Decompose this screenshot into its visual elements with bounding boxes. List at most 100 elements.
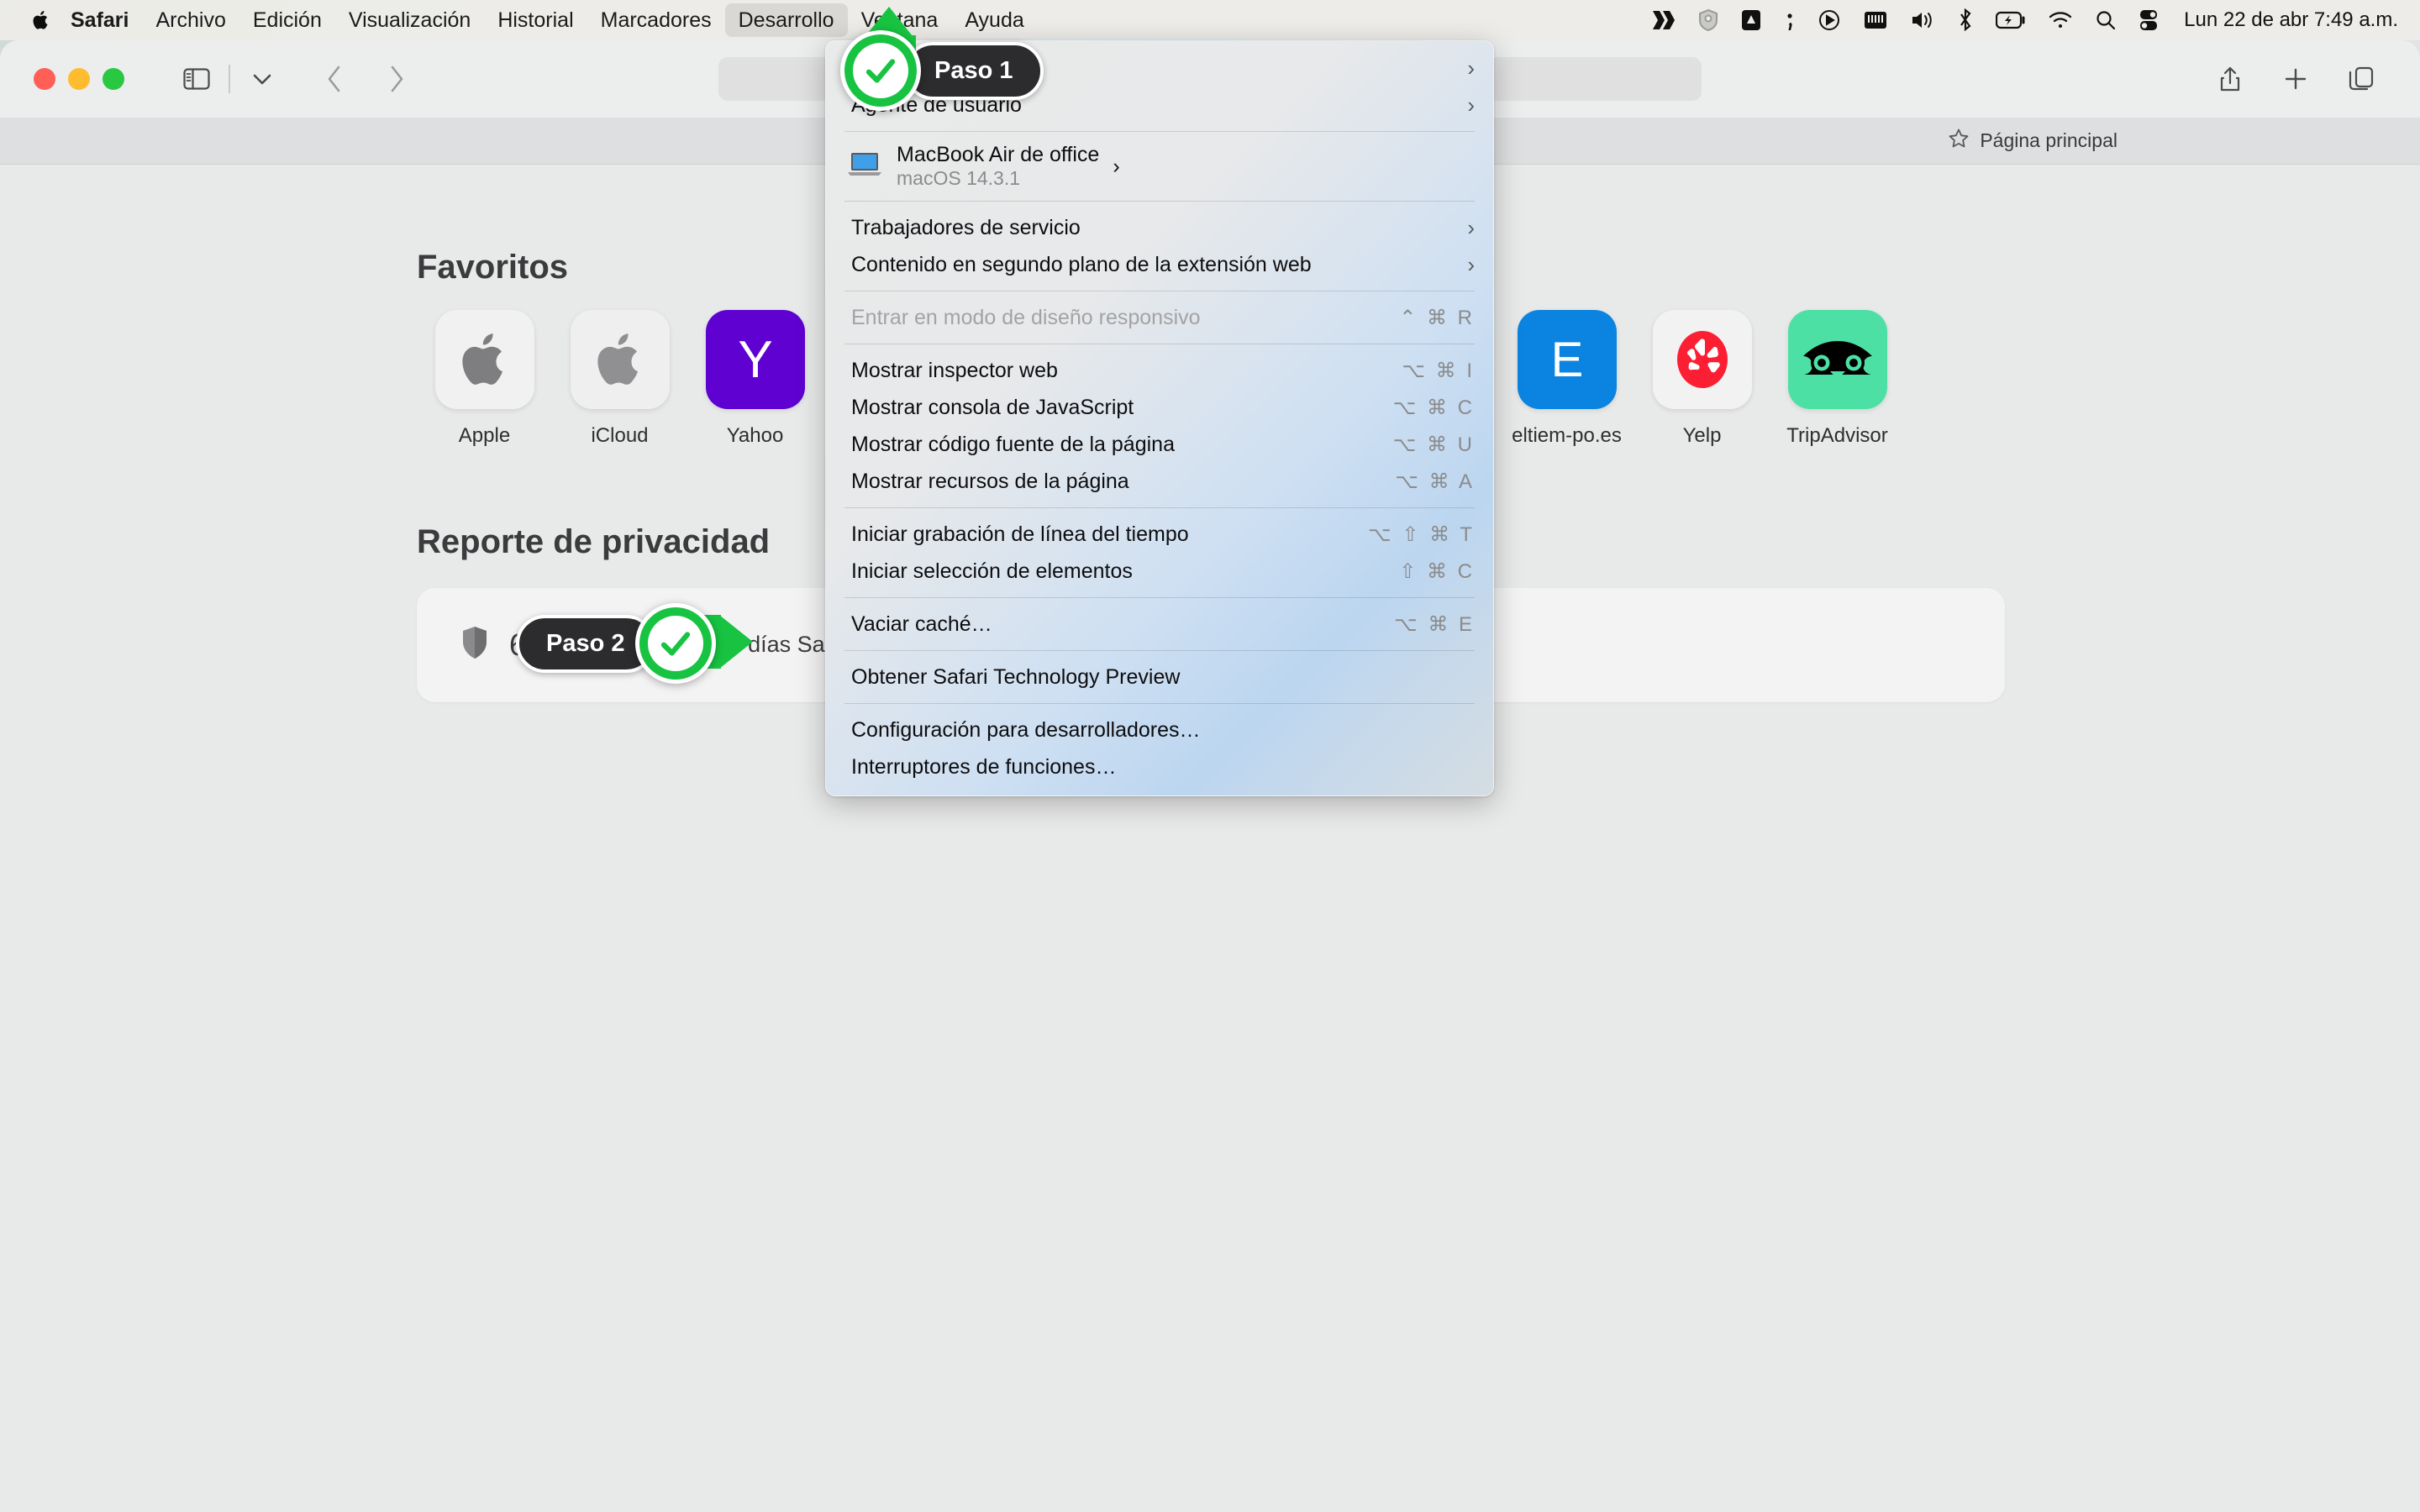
favorite-eltiempo[interactable]: E eltiem-po.es	[1499, 310, 1634, 448]
check-circle-icon	[634, 603, 716, 684]
macbook-icon	[846, 150, 883, 183]
menu-item-trabajadores-de-servicio[interactable]: Trabajadores de servicio ›	[826, 209, 1493, 246]
menu-item-interruptores-funciones[interactable]: Interruptores de funciones…	[826, 748, 1493, 785]
menu-item-iniciar-seleccion-elementos[interactable]: Iniciar selección de elementos ⇧ ⌘ C	[826, 553, 1493, 590]
menu-item-shortcut: ⌥ ⌘ U	[1392, 433, 1475, 456]
chevrons-right-icon[interactable]	[1651, 9, 1676, 31]
semicolon-icon[interactable]	[1784, 8, 1796, 32]
favorite-yelp[interactable]: Yelp	[1634, 310, 1770, 448]
macos-menu-bar: Safari Archivo Edición Visualización His…	[0, 0, 2420, 40]
menu-item-obtener-safari-technology-preview[interactable]: Obtener Safari Technology Preview	[826, 659, 1493, 696]
menu-item-label: Mostrar código fuente de la página	[851, 432, 1175, 456]
favorite-label: TripAdvisor	[1786, 424, 1888, 447]
menu-item-shortcut: ⌥ ⌘ A	[1395, 470, 1475, 493]
svg-text:E: E	[1550, 333, 1583, 387]
apple-logo-icon[interactable]	[25, 9, 57, 31]
menu-separator	[844, 597, 1475, 598]
menu-item-historial[interactable]: Historial	[484, 3, 587, 37]
menu-item-shortcut: ⌥ ⌘ E	[1394, 612, 1475, 636]
keyboard-icon[interactable]	[1863, 9, 1888, 31]
volume-icon[interactable]	[1910, 9, 1935, 31]
menu-item-visualizacion[interactable]: Visualización	[335, 3, 484, 37]
menu-item-mostrar-consola-javascript[interactable]: Mostrar consola de JavaScript ⌥ ⌘ C	[826, 389, 1493, 426]
check-circle-icon	[840, 30, 921, 111]
battery-charging-icon[interactable]	[1996, 10, 2026, 30]
menu-item-mostrar-recursos-pagina[interactable]: Mostrar recursos de la página ⌥ ⌘ A	[826, 463, 1493, 500]
favorite-tile: E	[1517, 310, 1617, 409]
menu-item-device-macbook[interactable]: MacBook Air de office macOS 14.3.1 ›	[826, 139, 1493, 193]
favorite-tile: Y	[705, 310, 805, 409]
step-1-annotation: Paso 1	[840, 7, 1044, 111]
favorite-tile	[1787, 310, 1887, 409]
plus-icon[interactable]	[2274, 57, 2317, 101]
menu-item-archivo[interactable]: Archivo	[142, 3, 239, 37]
menu-item-shortcut: ⇧ ⌘ C	[1399, 559, 1475, 583]
menu-item-marcadores[interactable]: Marcadores	[587, 3, 725, 37]
triangle-box-icon[interactable]	[1740, 8, 1762, 32]
menu-item-desarrollo[interactable]: Desarrollo	[724, 3, 848, 37]
menu-item-label: Entrar en modo de diseño responsivo	[851, 305, 1201, 329]
forward-button[interactable]	[375, 57, 418, 101]
favorite-icloud[interactable]: iCloud	[552, 310, 687, 448]
chevron-right-icon: ›	[1467, 251, 1475, 277]
zoom-button[interactable]	[103, 68, 124, 90]
star-icon	[1948, 128, 1970, 154]
desarrollo-dropdown-menu: Abrir página con › Agente de usuario › M…	[825, 40, 1494, 796]
menu-item-iniciar-grabacion-linea-tiempo[interactable]: Iniciar grabación de línea del tiempo ⌥ …	[826, 516, 1493, 553]
favorite-yahoo[interactable]: Y Yahoo	[687, 310, 823, 448]
favorite-tile	[434, 310, 534, 409]
menu-item-modo-diseno-responsivo: Entrar en modo de diseño responsivo ⌃ ⌘ …	[826, 299, 1493, 336]
device-info: MacBook Air de office macOS 14.3.1	[897, 143, 1099, 189]
sidebar-icon[interactable]	[175, 57, 218, 101]
toolbar-right-controls	[2208, 57, 2420, 101]
favorite-tile	[1652, 310, 1752, 409]
close-button[interactable]	[34, 68, 55, 90]
menu-item-shortcut: ⌥ ⇧ ⌘ T	[1368, 522, 1475, 546]
favorite-label: Apple	[458, 424, 511, 447]
shield-icon[interactable]	[1698, 8, 1718, 32]
favorite-apple[interactable]: Apple	[417, 310, 552, 448]
step-2-annotation: Paso 2	[516, 603, 753, 684]
back-button[interactable]	[313, 57, 356, 101]
play-circle-icon[interactable]	[1818, 8, 1841, 32]
wifi-icon[interactable]	[2048, 10, 2073, 30]
menu-separator	[844, 131, 1475, 132]
menu-item-label: Iniciar grabación de línea del tiempo	[851, 522, 1189, 546]
bookmark-home-label: Página principal	[1980, 129, 2118, 151]
share-icon[interactable]	[2208, 57, 2252, 101]
chevron-down-icon[interactable]	[240, 57, 284, 101]
favorite-label: eltiem-po.es	[1512, 424, 1622, 447]
chevron-right-icon: ›	[1113, 154, 1120, 178]
favorite-tile	[570, 310, 670, 409]
menu-item-mostrar-codigo-fuente[interactable]: Mostrar código fuente de la página ⌥ ⌘ U	[826, 426, 1493, 463]
minimize-button[interactable]	[68, 68, 90, 90]
menu-bar-clock[interactable]: Lun 22 de abr 7:49 a.m.	[2184, 8, 2398, 32]
toolbar-divider	[229, 65, 230, 93]
menu-item-edicion[interactable]: Edición	[239, 3, 335, 37]
control-center-icon[interactable]	[2139, 8, 2159, 32]
menu-item-label: Interruptores de funciones…	[851, 754, 1117, 779]
menu-item-label: Mostrar recursos de la página	[851, 469, 1129, 493]
bookmark-home-item[interactable]: Página principal	[1948, 128, 2118, 154]
shield-icon	[460, 625, 489, 664]
favorite-tripadvisor[interactable]: TripAdvisor	[1770, 310, 1905, 448]
menu-bar-status-icons: Lun 22 de abr 7:49 a.m.	[1651, 0, 2420, 40]
device-name: MacBook Air de office	[897, 143, 1100, 167]
menu-separator	[844, 703, 1475, 704]
search-icon[interactable]	[2095, 9, 2117, 31]
menu-item-configuracion-desarrolladores[interactable]: Configuración para desarrolladores…	[826, 711, 1493, 748]
menu-item-contenido-segundo-plano[interactable]: Contenido en segundo plano de la extensi…	[826, 246, 1493, 283]
menu-separator	[844, 507, 1475, 508]
menu-item-label: Configuración para desarrolladores…	[851, 717, 1201, 742]
menu-item-mostrar-inspector-web[interactable]: Mostrar inspector web ⌥ ⌘ I	[826, 352, 1493, 389]
tabs-icon[interactable]	[2339, 57, 2383, 101]
menu-item-vaciar-cache[interactable]: Vaciar caché… ⌥ ⌘ E	[826, 606, 1493, 643]
favorite-label: Yahoo	[726, 424, 784, 447]
favorite-label: Yelp	[1682, 424, 1722, 447]
bluetooth-icon[interactable]	[1957, 8, 1974, 33]
menu-item-label: Mostrar consola de JavaScript	[851, 395, 1134, 419]
chevron-right-icon: ›	[1467, 55, 1475, 81]
menu-item-shortcut: ⌥ ⌘ C	[1392, 396, 1475, 419]
menu-item-label: Obtener Safari Technology Preview	[851, 664, 1181, 689]
menu-item-safari[interactable]: Safari	[57, 3, 142, 37]
